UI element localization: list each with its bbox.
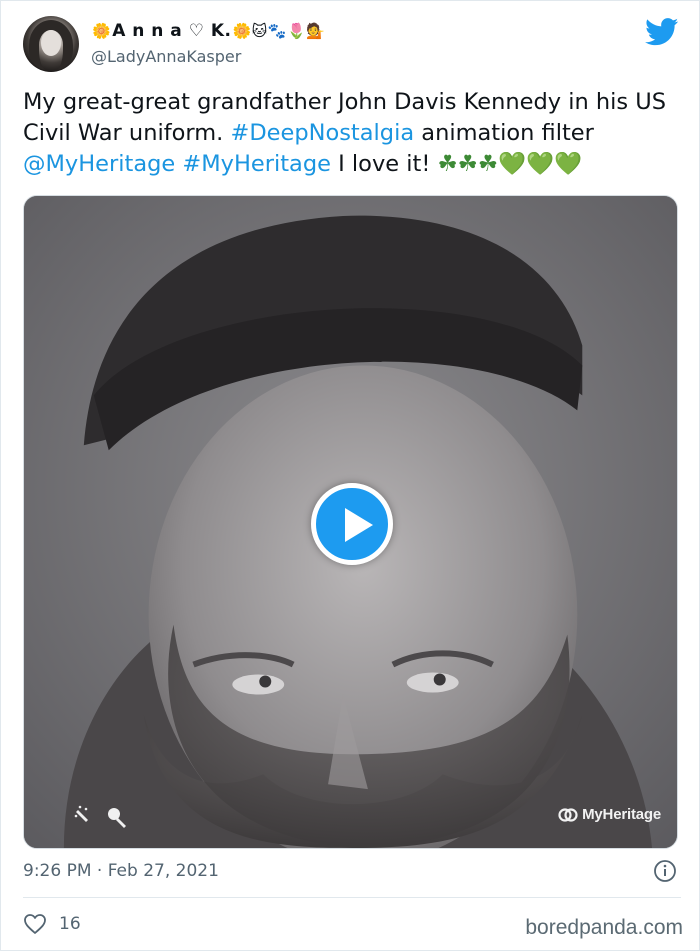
green-heart-emojis: 💚💚💚	[498, 151, 583, 177]
twitter-bird-icon[interactable]	[645, 18, 679, 46]
display-name[interactable]: 🌼 A n n a ♡ K. 🌼🐱🐾🌷💁	[91, 20, 326, 42]
tweet-header: 🌼 A n n a ♡ K. 🌼🐱🐾🌷💁 @LadyAnnaKasper	[23, 16, 681, 76]
tweet-text-filter: animation filter	[414, 120, 594, 146]
myheritage-logo-icon	[558, 807, 578, 822]
heart-outline-icon[interactable]	[23, 913, 47, 935]
play-button[interactable]	[311, 483, 393, 565]
author-names: 🌼 A n n a ♡ K. 🌼🐱🐾🌷💁 @LadyAnnaKasper	[91, 20, 326, 66]
tweet-timestamp[interactable]: 9:26 PM · Feb 27, 2021	[23, 861, 219, 881]
display-name-prefix: 🌼	[92, 22, 112, 40]
like-action[interactable]: 16	[23, 913, 81, 935]
info-icon[interactable]	[653, 859, 677, 883]
avatar[interactable]	[23, 16, 79, 72]
user-handle[interactable]: @LadyAnnaKasper	[91, 47, 326, 66]
source-credit: boredpanda.com	[525, 916, 683, 939]
wand-tools-icon	[74, 805, 126, 828]
tweet-text: My great-great grandfather John Davis Ke…	[23, 87, 683, 180]
video-media[interactable]: MyHeritage	[23, 195, 678, 849]
hashtag-myheritage[interactable]: #MyHeritage	[182, 151, 331, 177]
tweet-text-love: I love it!	[330, 151, 438, 177]
myheritage-watermark: MyHeritage	[558, 806, 661, 823]
shamrock-emojis: ☘☘☘	[437, 151, 499, 177]
divider	[23, 897, 681, 898]
display-name-suffix: 🌼🐱🐾🌷💁	[232, 22, 326, 40]
mention-myheritage[interactable]: @MyHeritage	[23, 151, 175, 177]
like-count: 16	[59, 914, 81, 934]
tweet-card: 🌼 A n n a ♡ K. 🌼🐱🐾🌷💁 @LadyAnnaKasper My …	[0, 0, 700, 951]
watermark-text: MyHeritage	[582, 806, 661, 823]
hashtag-deepnostalgia[interactable]: #DeepNostalgia	[230, 120, 414, 146]
display-name-text: A n n a ♡ K.	[112, 21, 232, 41]
